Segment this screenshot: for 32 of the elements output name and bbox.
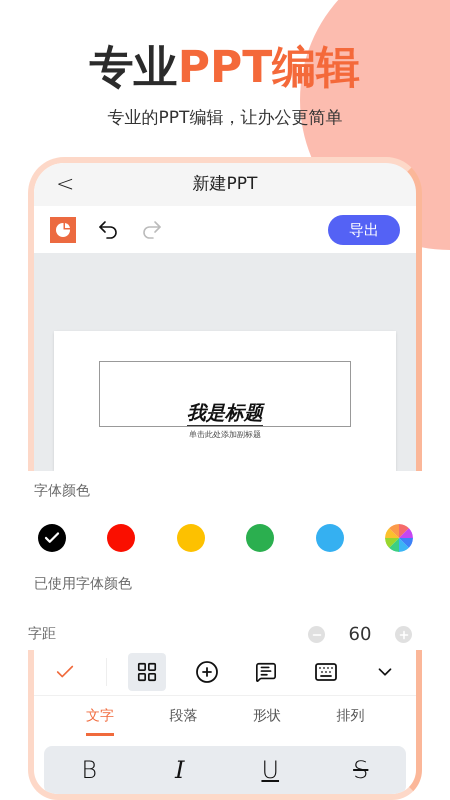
export-button[interactable]: 导出 <box>328 214 400 245</box>
color-swatch[interactable] <box>38 524 66 552</box>
grid-icon <box>136 661 158 684</box>
tab[interactable]: 排列 <box>336 706 364 736</box>
tab[interactable]: 形状 <box>252 706 281 736</box>
plus-icon <box>398 628 410 641</box>
pie-chart-icon[interactable] <box>50 216 76 243</box>
color-swatch[interactable] <box>384 524 413 552</box>
color-swatch[interactable] <box>246 524 274 552</box>
headline-text: 专业 <box>90 41 178 95</box>
comment-icon <box>255 661 277 684</box>
page-title: 新建PPT <box>192 172 258 196</box>
format-button[interactable]: S <box>330 750 391 790</box>
slide-title[interactable]: 我是标题 <box>187 401 263 426</box>
color-swatch[interactable] <box>316 524 344 552</box>
spacing-label: 字距 <box>28 625 56 644</box>
headline-accent-text: PPT编辑 <box>178 41 360 95</box>
color-wheel-icon <box>384 524 413 552</box>
format-button[interactable]: B <box>59 750 120 790</box>
subtitle-text: 专业的PPT编辑，让办公更简单 <box>108 107 342 130</box>
back-button[interactable]: < <box>56 168 74 201</box>
slide-subtitle[interactable]: 单击此处添加副标题 <box>189 429 261 442</box>
tool-button[interactable] <box>128 653 166 692</box>
tab[interactable]: 段落 <box>169 706 198 736</box>
format-button[interactable]: I <box>150 750 210 790</box>
add-icon <box>194 660 218 684</box>
spacing-value: 60 <box>348 623 372 648</box>
format-button[interactable]: U <box>240 750 300 790</box>
color-swatch[interactable] <box>107 524 136 552</box>
section-label: 字体颜色 <box>34 482 91 502</box>
color-swatch[interactable] <box>176 524 205 552</box>
section-label: 已使用字体颜色 <box>34 575 133 594</box>
